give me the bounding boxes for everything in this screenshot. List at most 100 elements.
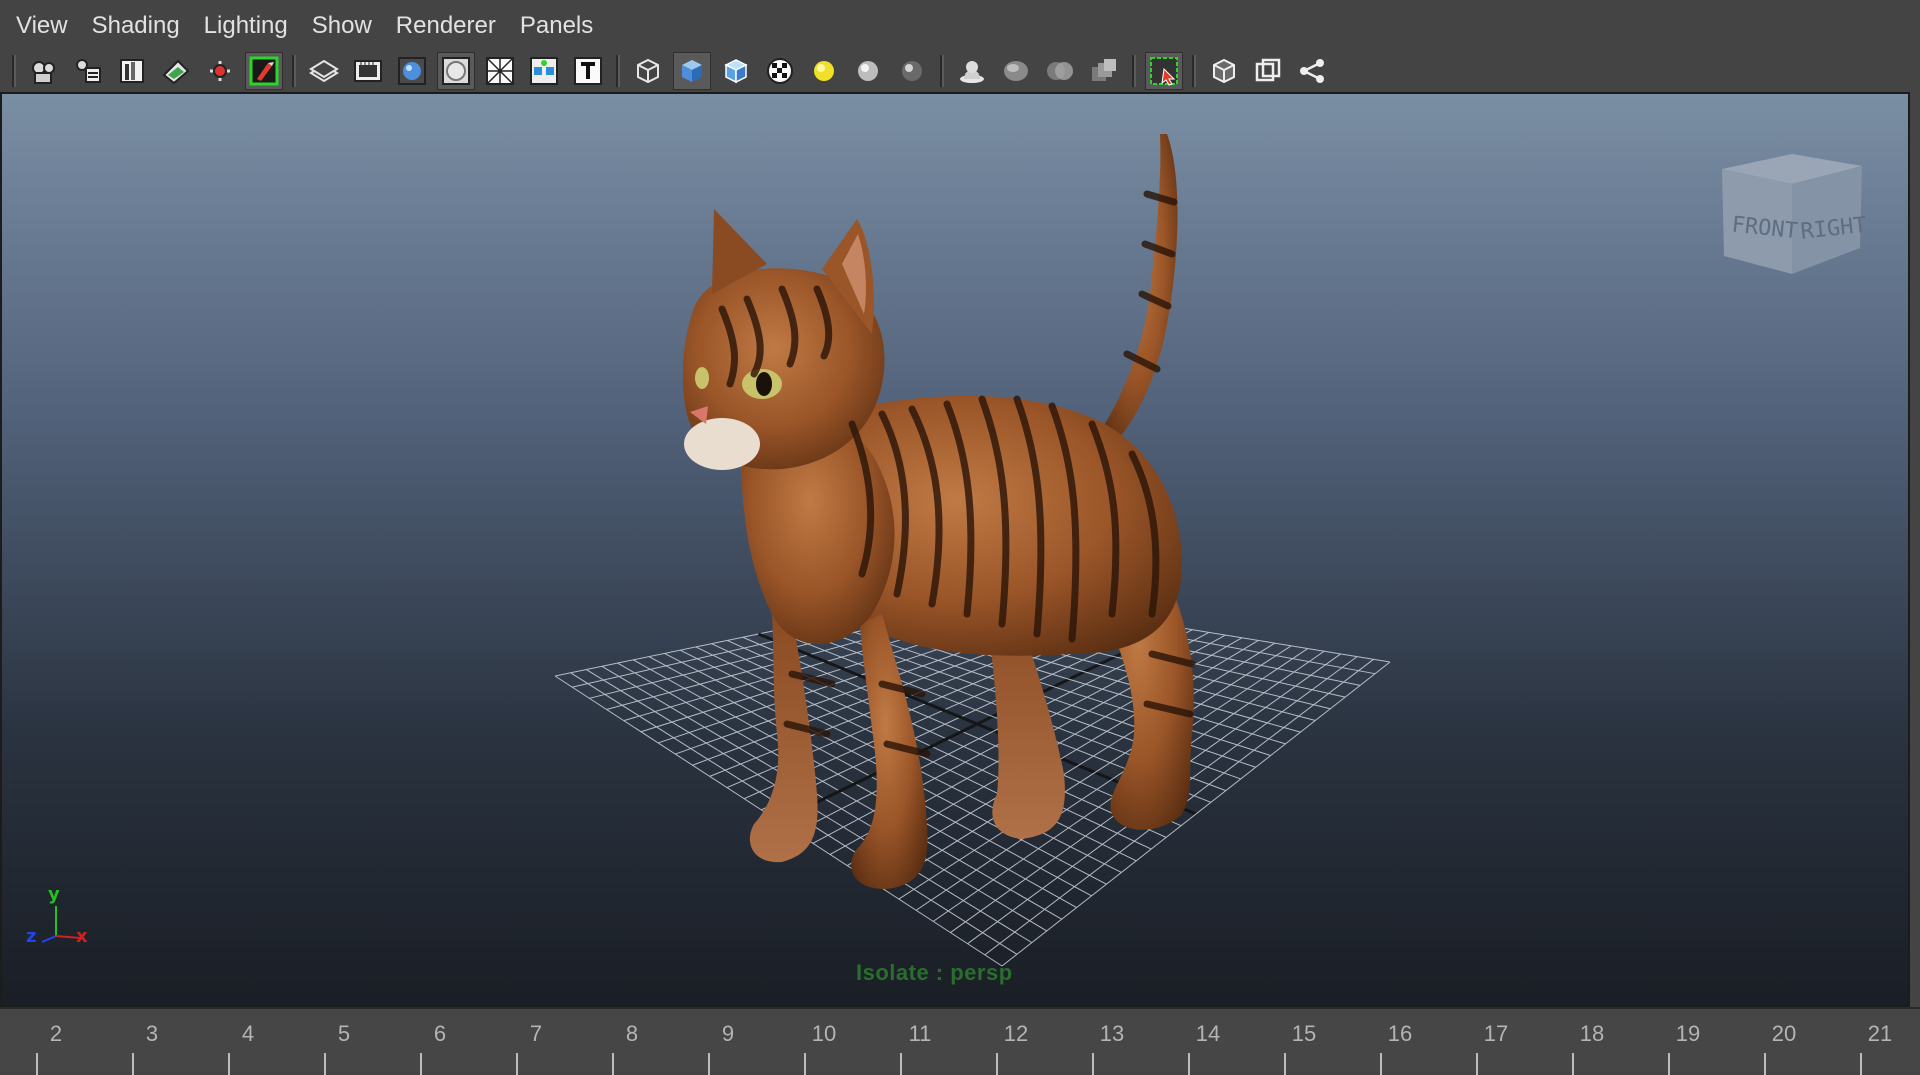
field-chart-icon — [396, 55, 428, 87]
toolbar-separator — [1132, 55, 1136, 87]
timeline-tick-label: 20 — [1771, 1021, 1797, 1046]
timeline-tick-label: 9 — [721, 1021, 735, 1046]
timeline-tick-mark — [1284, 1053, 1286, 1075]
pick-camera-icon — [204, 55, 236, 87]
timeline-tick-mark — [36, 1053, 38, 1075]
xray-joints-button[interactable] — [1205, 52, 1243, 90]
timeline-tick-label: 19 — [1675, 1021, 1701, 1046]
timeline-tick-label: 16 — [1387, 1021, 1413, 1046]
textured-button[interactable] — [761, 52, 799, 90]
wireframe-cube-icon — [632, 55, 664, 87]
bookmarks-button[interactable] — [113, 52, 151, 90]
safe-action-icon — [440, 55, 472, 87]
viewport-toolbar — [0, 50, 1920, 92]
time-slider[interactable]: 2 3 4 5 6 7 8 9 10 11 12 13 14 15 16 17 18 19 20 21 — [0, 1007, 1920, 1075]
timeline-tick-label: 13 — [1099, 1021, 1125, 1046]
timeline-tick-label: 7 — [529, 1021, 543, 1046]
view-cube[interactable]: FRONT RIGHT — [1712, 144, 1872, 284]
menu-lighting[interactable]: Lighting — [194, 0, 302, 50]
timeline-tick-label: 5 — [337, 1021, 351, 1046]
menu-shading[interactable]: Shading — [82, 0, 194, 50]
timeline-tick-label: 14 — [1195, 1021, 1221, 1046]
timeline-tick-mark — [612, 1053, 614, 1075]
resolution-gate-button[interactable] — [349, 52, 387, 90]
anti-alias-icon — [1044, 55, 1076, 87]
depth-of-field-icon — [1088, 55, 1120, 87]
use-default-light-icon — [808, 55, 840, 87]
shadows-icon — [852, 55, 884, 87]
toolbar-separator — [12, 55, 16, 87]
isolate-select-button[interactable] — [1145, 52, 1183, 90]
pick-camera-button[interactable] — [201, 52, 239, 90]
camera-attributes-icon — [28, 55, 60, 87]
xray-active-icon — [1252, 55, 1284, 87]
menu-renderer[interactable]: Renderer — [386, 0, 510, 50]
text-overlay-button[interactable] — [569, 52, 607, 90]
motion-blur-icon — [1000, 55, 1032, 87]
timeline-tick-label: 12 — [1003, 1021, 1029, 1046]
timeline-tick-mark — [1476, 1053, 1478, 1075]
timeline-tick-label: 3 — [145, 1021, 159, 1046]
xray-active-button[interactable] — [1249, 52, 1287, 90]
share-button[interactable] — [1293, 52, 1331, 90]
depth-of-field-button[interactable] — [1085, 52, 1123, 90]
timeline-tick-label: 11 — [908, 1021, 932, 1046]
share-icon — [1296, 55, 1328, 87]
timeline-tick-label: 8 — [625, 1021, 639, 1046]
motion-blur-button[interactable] — [997, 52, 1035, 90]
timeline-tick-mark — [1572, 1053, 1574, 1075]
anti-alias-button[interactable] — [1041, 52, 1079, 90]
grid-icon — [484, 55, 516, 87]
isolate-select-label: Isolate : persp — [856, 960, 1013, 985]
smooth-shade-button[interactable] — [673, 52, 711, 90]
film-gate-button[interactable] — [245, 52, 283, 90]
field-chart-button[interactable] — [393, 52, 431, 90]
axis-z-label: z — [26, 926, 36, 947]
scene-canvas[interactable] — [2, 94, 1910, 1007]
xray-joints-icon — [1208, 55, 1240, 87]
film-gate-icon — [248, 55, 280, 87]
timeline-tick-mark — [1188, 1053, 1190, 1075]
toolbar-separator — [1192, 55, 1196, 87]
perspective-viewport[interactable]: FRONT RIGHT y x z Isolate : persp — [0, 92, 1910, 1007]
axis-indicator: y x z — [26, 884, 88, 947]
high-quality-button[interactable] — [893, 52, 931, 90]
timeline-tick-label: 15 — [1291, 1021, 1317, 1046]
toolbar-separator — [292, 55, 296, 87]
xray-button[interactable] — [525, 52, 563, 90]
image-plane-icon — [160, 55, 192, 87]
timeline-tick-label: 21 — [1867, 1021, 1893, 1046]
timeline-tick-mark — [132, 1053, 134, 1075]
wireframe-on-shaded-button[interactable] — [717, 52, 755, 90]
grid-button[interactable] — [481, 52, 519, 90]
camera-tools-button[interactable] — [69, 52, 107, 90]
axis-x-label: x — [76, 926, 88, 947]
wireframe-layers-button[interactable] — [305, 52, 343, 90]
toolbar-separator — [616, 55, 620, 87]
timeline-tick-mark — [804, 1053, 806, 1075]
timeline-tick-mark — [900, 1053, 902, 1075]
timeline-tick-mark — [1860, 1053, 1862, 1075]
ambient-occlusion-button[interactable] — [953, 52, 991, 90]
use-default-light-button[interactable] — [805, 52, 843, 90]
menu-panels[interactable]: Panels — [510, 0, 607, 50]
menu-view[interactable]: View — [6, 0, 82, 50]
timeline-tick-label: 6 — [433, 1021, 447, 1046]
timeline-tick-label: 17 — [1483, 1021, 1509, 1046]
image-plane-button[interactable] — [157, 52, 195, 90]
cat-muzzle — [684, 418, 760, 470]
text-overlay-icon — [572, 55, 604, 87]
timeline-tick-mark — [516, 1053, 518, 1075]
ambient-occlusion-icon — [956, 55, 988, 87]
textured-icon — [764, 55, 796, 87]
cat-tail — [1100, 134, 1178, 444]
viewport-menubar: View Shading Lighting Show Renderer Panels — [0, 0, 1920, 50]
smooth-shade-icon — [676, 55, 708, 87]
menu-show[interactable]: Show — [302, 0, 386, 50]
high-quality-icon — [896, 55, 928, 87]
safe-action-button[interactable] — [437, 52, 475, 90]
shadows-button[interactable] — [849, 52, 887, 90]
camera-attributes-button[interactable] — [25, 52, 63, 90]
xray-icon — [528, 55, 560, 87]
wireframe-cube-button[interactable] — [629, 52, 667, 90]
